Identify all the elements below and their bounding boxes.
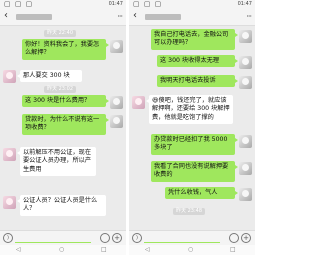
voice-icon[interactable]: ) <box>3 233 13 243</box>
signal-icons: ▢ ▢ ▢ <box>4 0 34 8</box>
chat-screen-right: ▢ ▢ ▢ 01:47 ‹ ··· 我自己打电话去，金融公司可以办理吗？ 这 3… <box>129 0 255 255</box>
avatar-contact[interactable] <box>132 96 145 109</box>
clock: 01:47 <box>237 1 252 7</box>
message-sent[interactable]: 我明天打电话去投诉 <box>157 75 238 88</box>
avatar-contact[interactable] <box>3 148 16 161</box>
timestamp: 昨天 23:02 <box>44 86 76 93</box>
message-input[interactable] <box>15 234 91 243</box>
contact-name-redacted <box>16 14 52 20</box>
contact-name-redacted <box>145 14 181 20</box>
message-received[interactable]: 😆傻吧，钱还完了，就应该解押啊，还要给 300 块解押费，他就是吃饱了撑的 <box>146 95 233 125</box>
input-bar: ) + <box>0 230 126 245</box>
message-received[interactable]: 公证人员？公证人员是什么人？ <box>17 195 106 216</box>
nav-recent-icon[interactable]: □ <box>101 246 107 253</box>
more-dots-icon[interactable]: ··· <box>246 12 252 21</box>
avatar-contact[interactable] <box>3 70 16 83</box>
avatar-self[interactable] <box>239 30 252 43</box>
nav-home-icon[interactable]: ○ <box>59 246 64 253</box>
message-sent[interactable]: 这 300 块是什么费用？ <box>22 95 109 108</box>
chat-header: ‹ ··· <box>0 9 126 26</box>
avatar-self[interactable] <box>239 135 252 148</box>
status-bar: ▢ ▢ ▢ 01:47 <box>0 0 126 9</box>
message-sent[interactable]: 贷款时，为什么不说有这一项收费？ <box>22 114 109 135</box>
system-nav-bar: ◁ ○ □ <box>129 245 255 255</box>
screenshot-pair: ▢ ▢ ▢ 01:47 ‹ ··· 昨天 22:40 你好！资料我会了，我要怎么… <box>0 0 255 255</box>
avatar-self[interactable] <box>239 76 252 89</box>
timestamp: 昨天 22:40 <box>44 30 76 37</box>
system-nav-bar: ◁ ○ □ <box>0 245 126 255</box>
avatar-self[interactable] <box>239 162 252 175</box>
nav-recent-icon[interactable]: □ <box>230 246 236 253</box>
back-arrow-icon[interactable]: ‹ <box>4 10 8 21</box>
avatar-self[interactable] <box>239 188 252 201</box>
plus-icon[interactable]: + <box>241 233 251 243</box>
message-received[interactable]: 那人要交 300 块 <box>17 70 82 83</box>
nav-back-icon[interactable]: ◁ <box>145 246 150 253</box>
message-sent[interactable]: 凭什么收钱，气人 <box>165 187 238 200</box>
avatar-self[interactable] <box>110 40 123 53</box>
timestamp: 昨天 23:48 <box>173 208 205 215</box>
back-arrow-icon[interactable]: ‹ <box>133 10 137 21</box>
avatar-self[interactable] <box>110 115 123 128</box>
message-sent[interactable]: 我看了合同也没有说解押要收费的 <box>151 161 238 182</box>
chat-header: ‹ ··· <box>129 9 255 26</box>
chat-screen-left: ▢ ▢ ▢ 01:47 ‹ ··· 昨天 22:40 你好！资料我会了，我要怎么… <box>0 0 126 255</box>
voice-icon[interactable]: ) <box>132 233 142 243</box>
nav-home-icon[interactable]: ○ <box>188 246 193 253</box>
message-input[interactable] <box>144 234 220 243</box>
more-dots-icon[interactable]: ··· <box>117 12 123 21</box>
message-sent[interactable]: 这 300 块收得太无理 <box>157 55 238 68</box>
signal-icons: ▢ ▢ ▢ <box>133 0 163 8</box>
input-bar: ) + <box>129 230 255 245</box>
nav-back-icon[interactable]: ◁ <box>16 246 21 253</box>
avatar-self[interactable] <box>239 56 252 69</box>
message-received[interactable]: 以前解压不用公证，现在要公证人员办理，所以产生费用 <box>17 147 96 177</box>
avatar-contact[interactable] <box>3 196 16 209</box>
message-sent[interactable]: 我自己打电话去，金融公司可以办理吗？ <box>151 29 238 50</box>
clock: 01:47 <box>108 1 123 7</box>
plus-icon[interactable]: + <box>112 233 122 243</box>
emoji-icon[interactable] <box>229 233 239 243</box>
message-sent[interactable]: 你好！资料我会了，我要怎么解押？ <box>22 39 109 60</box>
avatar-self[interactable] <box>110 96 123 109</box>
status-bar: ▢ ▢ ▢ 01:47 <box>129 0 255 9</box>
emoji-icon[interactable] <box>100 233 110 243</box>
message-sent[interactable]: 办贷款时已经扣了我 5000 多块了 <box>151 134 238 155</box>
